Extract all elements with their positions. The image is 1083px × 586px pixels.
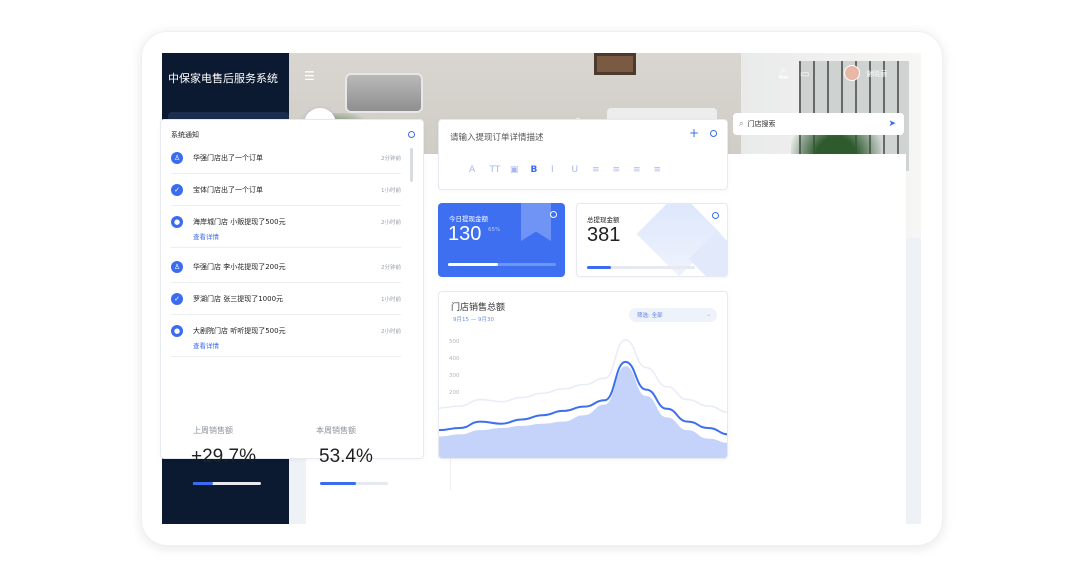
chevron-down-icon: ⌄ bbox=[706, 312, 711, 318]
username[interactable]: 谢晓丽 bbox=[866, 69, 887, 79]
notification-text: 宝体门店出了一个订单 bbox=[193, 186, 263, 194]
italic-icon[interactable]: I bbox=[551, 165, 554, 175]
today-progress bbox=[448, 263, 556, 266]
total-value: 381 bbox=[587, 224, 621, 246]
today-label: 今日提现金额 bbox=[449, 215, 488, 223]
today-percent: 65% bbox=[488, 227, 501, 233]
filter-label: 筛选: 全部 bbox=[637, 313, 663, 319]
notification-text: 大剧院门店 听听提现了500元 bbox=[193, 327, 286, 335]
menu-icon[interactable]: ☰ bbox=[304, 69, 316, 83]
search-icon: ⌕ bbox=[739, 119, 744, 128]
add-icon[interactable]: + bbox=[689, 126, 699, 140]
total-label: 总提现金额 bbox=[587, 216, 620, 224]
description-placeholder: 请输入提现订单详情描述 bbox=[450, 133, 544, 143]
notification-time: 2分钟前 bbox=[381, 265, 401, 271]
notification-icon: ● bbox=[171, 325, 183, 337]
option-icon[interactable] bbox=[710, 130, 717, 137]
bookmark-icon bbox=[521, 203, 551, 241]
sales-filter-select[interactable]: 筛选: 全部 ⌄ bbox=[629, 308, 717, 322]
divider bbox=[171, 205, 401, 206]
this-week-label: 本周销售额 bbox=[316, 426, 356, 435]
chat-icon[interactable]: ▭ bbox=[800, 69, 809, 80]
underline-icon[interactable]: U bbox=[572, 165, 579, 175]
series-area bbox=[439, 366, 727, 458]
align-justify-icon[interactable]: ≡ bbox=[592, 165, 600, 175]
notification-text: 华强门店出了一个订单 bbox=[193, 154, 263, 162]
notification-time: 1小时前 bbox=[381, 188, 401, 194]
this-week-value: 53.4% bbox=[319, 446, 373, 467]
total-option-icon[interactable] bbox=[712, 212, 719, 219]
bold-icon[interactable]: B bbox=[531, 165, 538, 175]
search-placeholder: 门店搜索 bbox=[747, 120, 776, 128]
font-size-icon[interactable]: TT bbox=[490, 165, 501, 175]
notification-time: 2小时前 bbox=[381, 329, 401, 335]
sales-range: 9月15 — 9月30 bbox=[453, 317, 494, 323]
notification-icon: ● bbox=[171, 216, 183, 228]
send-icon[interactable]: ➤ bbox=[888, 119, 896, 129]
notification-time: 2分钟前 bbox=[381, 156, 401, 162]
notification-text: 海岸城门店 小贩提现了500元 bbox=[193, 218, 286, 226]
divider bbox=[171, 173, 401, 174]
this-week-progress bbox=[320, 482, 388, 485]
align-right-icon[interactable]: ≡ bbox=[654, 165, 662, 175]
align-center-icon[interactable]: ≡ bbox=[633, 165, 641, 175]
bell-icon[interactable]: 🔔︎ bbox=[777, 69, 790, 80]
app-title: 中保家电售后服务系统 bbox=[168, 72, 278, 85]
notification-icon: ♙ bbox=[171, 152, 183, 164]
sales-chart bbox=[439, 339, 727, 458]
view-details-link[interactable]: 查看详情 bbox=[193, 231, 219, 241]
notification-title: 系统通知 bbox=[171, 131, 199, 139]
view-details-link[interactable]: 查看详情 bbox=[193, 340, 219, 350]
last-week-progress bbox=[193, 482, 261, 485]
scrollbar[interactable] bbox=[410, 148, 413, 182]
avatar[interactable] bbox=[844, 65, 860, 81]
today-option-icon[interactable] bbox=[550, 211, 557, 218]
today-withdraw-card: 今日提现金额 130 65% bbox=[438, 203, 565, 277]
notification-icon: ✓ bbox=[171, 293, 183, 305]
align-left-icon[interactable]: ≡ bbox=[613, 165, 621, 175]
notification-panel: 系统通知 ♙ 华强门店出了一个订单 2分钟前 ✓ 宝体门店出了一个订单 1小时前 ● 海岸城门… bbox=[160, 119, 424, 485]
total-progress bbox=[587, 266, 695, 269]
notification-time: 1小时前 bbox=[381, 297, 401, 303]
divider bbox=[171, 356, 401, 357]
notification-icon: ♙ bbox=[171, 261, 183, 273]
description-editor[interactable]: 请输入提现订单详情描述 + A TT ▣ B I U ≡ ≡ ≡ ≡ bbox=[438, 119, 728, 190]
today-value: 130 bbox=[448, 223, 482, 245]
notification-text: 罗湖门店 张三提现了1000元 bbox=[193, 295, 284, 303]
sales-chart-card: 门店销售总额 9月15 — 9月30 筛选: 全部 ⌄ 500 400 300 200 bbox=[438, 291, 728, 459]
total-withdraw-card: 总提现金额 381 bbox=[576, 203, 728, 277]
ghost-series-line bbox=[439, 339, 727, 413]
divider bbox=[171, 282, 401, 283]
divider bbox=[171, 247, 401, 248]
font-color-icon[interactable]: A bbox=[469, 165, 475, 175]
notification-icon: ✓ bbox=[171, 184, 183, 196]
notification-text: 华强门店 李小花提现了200元 bbox=[193, 263, 286, 271]
notification-time: 2小时前 bbox=[381, 220, 401, 226]
divider bbox=[171, 314, 401, 315]
sales-title: 门店销售总额 bbox=[451, 303, 506, 313]
last-week-label: 上周销售额 bbox=[193, 426, 233, 435]
last-week-value: +29.7% bbox=[191, 446, 256, 467]
refresh-icon[interactable] bbox=[408, 131, 415, 138]
store-search-input[interactable]: ⌕ 门店搜索 ➤ bbox=[733, 113, 904, 135]
image-icon[interactable]: ▣ bbox=[510, 165, 519, 175]
